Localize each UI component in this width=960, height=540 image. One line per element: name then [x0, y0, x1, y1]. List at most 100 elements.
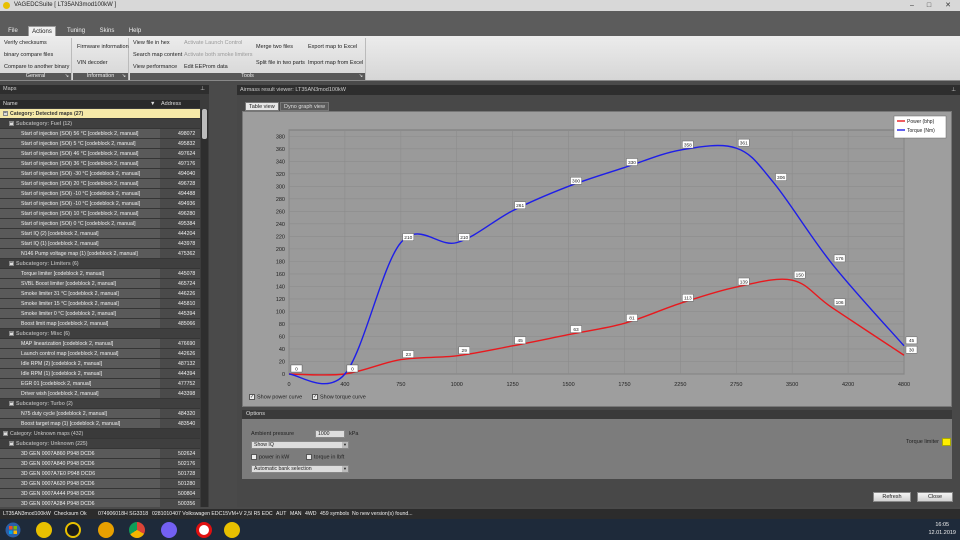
import-from-excel-button[interactable]: Import map from Excel [306, 59, 365, 67]
map-row[interactable]: Driver wish [codeblock 2, manual] 443398 [0, 389, 200, 399]
map-row[interactable]: Launch control map [codeblock 2, manual]… [0, 349, 200, 359]
map-row[interactable]: Smoke limiter 0 °C [codeblock 2, manual]… [0, 309, 200, 319]
map-row[interactable]: Start IQ (1) [codeblock 2, manual] 443978 [0, 239, 200, 249]
pin-icon[interactable]: ⊥ [951, 85, 956, 95]
viber-icon[interactable] [161, 522, 177, 538]
tab-file[interactable]: File [4, 26, 22, 36]
activate-smoke-limiters-button[interactable]: Activate both smoke limiters [182, 51, 254, 59]
tab-actions[interactable]: Actions [28, 26, 56, 36]
map-row[interactable]: N75 duty cycle [codeblock 2, manual] 4843… [0, 409, 200, 419]
map-row[interactable]: Torque limiter [codeblock 2, manual] 4450… [0, 269, 200, 279]
collapse-icon[interactable]: − [9, 331, 14, 336]
map-row[interactable]: Smoke limiter 15 °C [codeblock 2, manual… [0, 299, 200, 309]
refresh-button[interactable]: Refresh [873, 492, 911, 502]
map-row[interactable]: Idle RPM (1) [codeblock 2, manual] 444394 [0, 369, 200, 379]
map-row[interactable]: 3D GEN 0007A860 P948 DCD6 502624 [0, 449, 200, 459]
map-row[interactable]: Idle RPM (2) [codeblock 2, manual] 487132 [0, 359, 200, 369]
split-file-button[interactable]: Split file in two parts [254, 59, 307, 67]
tab-help[interactable]: Help [125, 26, 145, 36]
column-name-header[interactable]: Name [3, 100, 18, 108]
close-button[interactable]: Close [917, 492, 953, 502]
map-row[interactable]: Start of injection (SOI) -10 °C [codeblo… [0, 199, 200, 209]
display-mode-select[interactable]: Show IQ ▼ [251, 441, 349, 449]
map-row[interactable]: 3D GEN 0007A7E0 P948 DCD6 501728 [0, 469, 200, 479]
merge-two-files-button[interactable]: Merge two files [254, 43, 295, 51]
show-torque-checkbox[interactable]: ✓ Show torque curve [312, 394, 366, 400]
map-row[interactable]: Start of injection (SOI) 0 °C [codeblock… [0, 219, 200, 229]
map-row[interactable]: Start IQ (2) [codeblock 2, manual] 444204 [0, 229, 200, 239]
map-row[interactable]: Start of injection (SOI) 46 °C [codebloc… [0, 149, 200, 159]
activate-launch-control-button[interactable]: Activate Launch Control [182, 39, 244, 47]
taskbar-app-icon[interactable] [65, 522, 81, 538]
torque-in-lbft-checkbox[interactable]: torque in lbft [306, 454, 344, 460]
ambient-pressure-input[interactable]: 1000 [315, 430, 345, 438]
category-row[interactable]: − Category: Unknown maps (432) [0, 429, 200, 439]
collapse-icon[interactable]: − [9, 121, 14, 126]
pin-icon[interactable]: ⊥ [200, 85, 205, 94]
filter-icon[interactable]: ▼ [150, 100, 155, 108]
taskbar-app-icon[interactable] [36, 522, 52, 538]
column-address-header[interactable]: Address [161, 100, 181, 108]
tab-dyno-graph-view[interactable]: Dyno graph view [280, 102, 329, 111]
minimize-button[interactable]: – [905, 1, 919, 10]
collapse-icon[interactable]: − [9, 261, 14, 266]
close-window-button[interactable]: ✕ [941, 1, 955, 10]
collapse-icon[interactable]: − [3, 111, 8, 116]
system-clock[interactable]: 16:05 12.01.2019 [928, 521, 956, 537]
opera-icon[interactable] [196, 522, 212, 538]
tab-tuning[interactable]: Tuning [63, 26, 89, 36]
maps-scrollbar[interactable] [201, 109, 208, 507]
show-power-checkbox[interactable]: ✓ Show power curve [249, 394, 302, 400]
map-row[interactable]: Start of injection (SOI) 56 °C [codebloc… [0, 129, 200, 139]
map-row[interactable]: 3D GEN 0007A840 P948 DCD6 502176 [0, 459, 200, 469]
dialog-launcher-icon[interactable]: ↘ [359, 73, 363, 80]
map-row[interactable]: MAP linearization [codeblock 2, manual] 4… [0, 339, 200, 349]
windows-start-icon[interactable] [5, 522, 21, 538]
map-row[interactable]: Start of injection (SOI) -30 °C [codeblo… [0, 169, 200, 179]
map-row[interactable]: Start of injection (SOI) 10 °C [codebloc… [0, 209, 200, 219]
search-map-content-button[interactable]: Search map content [131, 51, 184, 59]
subcategory-row[interactable]: − Subcategory: Misc (6) [0, 329, 200, 339]
dialog-launcher-icon[interactable]: ↘ [65, 73, 69, 80]
firmware-information-button[interactable]: Firmware information [75, 43, 131, 51]
tab-skins[interactable]: Skins [96, 26, 118, 36]
collapse-icon[interactable]: − [9, 441, 14, 446]
map-row[interactable]: Boost limit map [codeblock 2, manual] 485… [0, 319, 200, 329]
subcategory-row[interactable]: − Subcategory: Turbo (2) [0, 399, 200, 409]
bank-selection-select[interactable]: Automatic bank selection ▼ [251, 465, 349, 473]
collapse-icon[interactable]: − [3, 431, 8, 436]
map-row[interactable]: SVBL Boost limiter [codeblock 2, manual]… [0, 279, 200, 289]
binary-compare-button[interactable]: binary compare files [2, 51, 55, 59]
edit-eeprom-button[interactable]: Edit EEProm data [182, 63, 230, 71]
map-row[interactable]: Start of injection (SOI) -10 °C [codeblo… [0, 189, 200, 199]
verify-checksums-button[interactable]: Verify checksums [2, 39, 49, 47]
map-row[interactable]: N146 Pump voltage map (1) [codeblock 2, … [0, 249, 200, 259]
subcategory-row[interactable]: − Subcategory: Fuel (12) [0, 119, 200, 129]
vin-decoder-button[interactable]: VIN decoder [75, 59, 110, 67]
map-row[interactable]: Smoke limiter 31 °C [codeblock 2, manual… [0, 289, 200, 299]
chrome-icon[interactable] [129, 522, 145, 538]
tab-table-view[interactable]: Table view [245, 102, 279, 111]
compare-to-another-binary-button[interactable]: Compare to another binary [2, 63, 71, 71]
maximize-button[interactable]: □ [922, 1, 936, 10]
torque-limiter-color-swatch[interactable] [942, 438, 951, 446]
map-row[interactable]: 3D GEN 0007A444 P948 DCD6 500804 [0, 489, 200, 499]
view-file-in-hex-button[interactable]: View file in hex [131, 39, 172, 47]
subcategory-row[interactable]: − Subcategory: Unknown (225) [0, 439, 200, 449]
dialog-launcher-icon[interactable]: ↘ [122, 73, 126, 80]
collapse-icon[interactable]: − [9, 401, 14, 406]
view-performance-button[interactable]: View performance [131, 63, 179, 71]
scrollbar-thumb[interactable] [202, 109, 207, 139]
map-row[interactable]: 3D GEN 0007A284 P948 DCD6 500356 [0, 499, 200, 507]
map-row[interactable]: Start of injection (SOI) 36 °C [codebloc… [0, 159, 200, 169]
map-row[interactable]: Start of injection (SOI) 5 °C [codeblock… [0, 139, 200, 149]
subcategory-row[interactable]: − Subcategory: Limiters (6) [0, 259, 200, 269]
map-row[interactable]: EGR 01 [codeblock 2, manual] 477752 [0, 379, 200, 389]
map-row[interactable]: 3D GEN 0007A620 P948 DCD6 501280 [0, 479, 200, 489]
taskbar-app-icon[interactable] [224, 522, 240, 538]
map-row[interactable]: Start of injection (SOI) 20 °C [codebloc… [0, 179, 200, 189]
power-in-kw-checkbox[interactable]: power in kW [251, 454, 289, 460]
map-row[interactable]: Boost target map (1) [codeblock 2, manua… [0, 419, 200, 429]
taskbar-app-icon[interactable] [98, 522, 114, 538]
export-to-excel-button[interactable]: Export map to Excel [306, 43, 359, 51]
